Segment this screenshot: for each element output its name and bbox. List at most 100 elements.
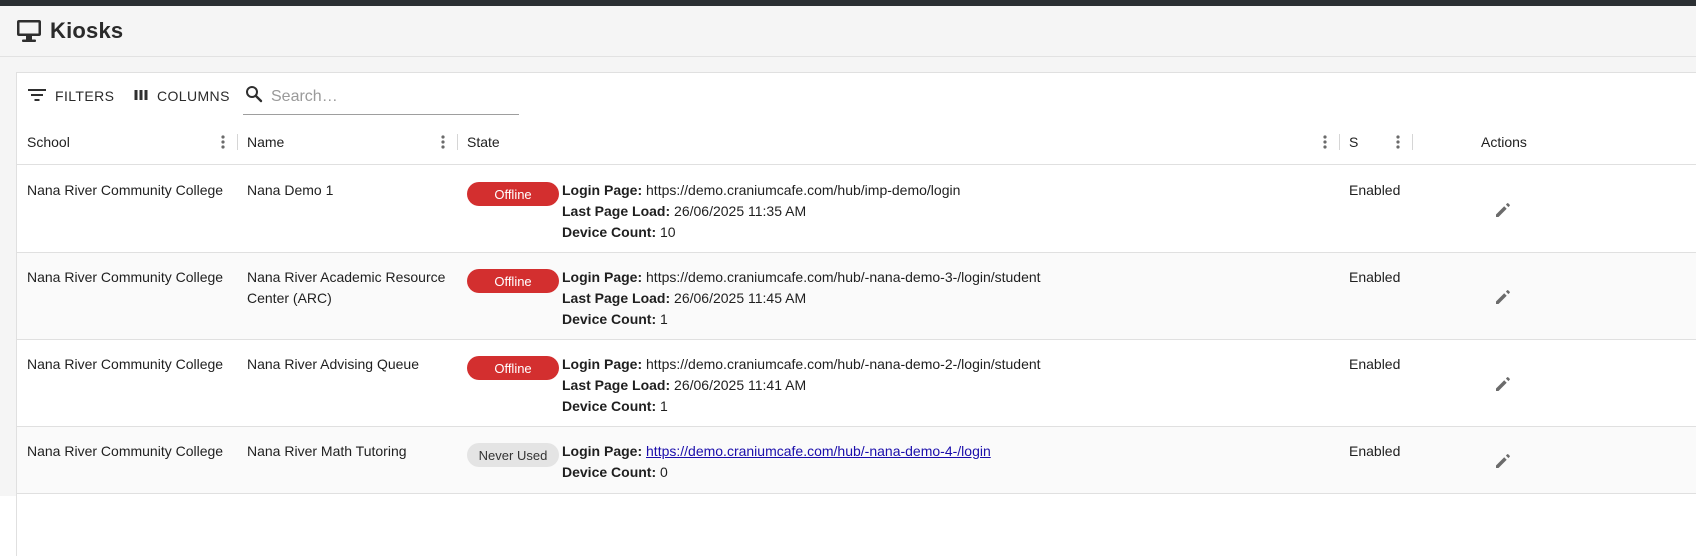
- login-page-link[interactable]: https://demo.craniumcafe.com/hub/-nana-d…: [646, 443, 991, 459]
- last-page-load-line: Last Page Load: 26/06/2025 11:41 AM: [562, 375, 1041, 396]
- column-header-name[interactable]: Name: [247, 119, 284, 165]
- desktop-monitor-icon: [16, 19, 42, 43]
- device-count-label: Device Count:: [562, 464, 657, 480]
- school-cell: Nana River Community College: [27, 356, 224, 372]
- more-vert-icon: [441, 135, 445, 149]
- column-header-school[interactable]: School: [27, 119, 70, 165]
- name-cell: Nana River Advising Queue: [247, 356, 419, 372]
- column-separator[interactable]: [1412, 134, 1413, 150]
- column-separator[interactable]: [1339, 134, 1340, 150]
- table-row[interactable]: Nana River Community College Nana Demo 1…: [17, 166, 1696, 253]
- login-page-label: Login Page:: [562, 269, 643, 285]
- table-row[interactable]: Nana River Community College Nana River …: [17, 340, 1696, 427]
- grid-toolbar: FILTERS COLUMNS: [17, 73, 1696, 115]
- device-count-label: Device Count:: [562, 311, 657, 327]
- status-cell: Enabled: [1349, 356, 1401, 372]
- columns-label: COLUMNS: [157, 88, 230, 104]
- column-header-label: S: [1349, 134, 1359, 150]
- column-header-label: Actions: [1481, 134, 1527, 150]
- status-column-menu-button[interactable]: [1390, 134, 1406, 150]
- device-count-value: 1: [660, 311, 668, 327]
- column-header-label: School: [27, 134, 70, 150]
- name-cell: Nana River Math Tutoring: [247, 443, 407, 459]
- column-separator[interactable]: [457, 134, 458, 150]
- last-page-load-value: 26/06/2025 11:35 AM: [674, 203, 807, 219]
- filters-button[interactable]: FILTERS: [27, 81, 114, 111]
- column-header-state[interactable]: State: [467, 119, 500, 165]
- columns-button[interactable]: COLUMNS: [133, 81, 230, 111]
- device-count-line: Device Count: 10: [562, 222, 960, 243]
- column-header-actions: Actions: [1481, 119, 1527, 165]
- state-badge: Offline: [467, 356, 559, 380]
- edit-button[interactable]: [1491, 372, 1515, 396]
- edit-button[interactable]: [1491, 285, 1515, 309]
- last-page-load-label: Last Page Load:: [562, 290, 671, 306]
- name-column-menu-button[interactable]: [435, 134, 451, 150]
- status-cell: Enabled: [1349, 443, 1401, 459]
- login-page-line: Login Page: https://demo.craniumcafe.com…: [562, 441, 991, 462]
- table-row[interactable]: Nana River Community College Nana River …: [17, 253, 1696, 340]
- device-count-value: 1: [660, 398, 668, 414]
- edit-button[interactable]: [1491, 198, 1515, 222]
- name-cell: Nana River Academic Resource Center (ARC…: [247, 269, 446, 306]
- state-badge: Never Used: [467, 443, 559, 467]
- school-column-menu-button[interactable]: [215, 134, 231, 150]
- school-cell: Nana River Community College: [27, 269, 224, 285]
- column-header-label: Name: [247, 134, 285, 150]
- column-header-row: School Name State S Actions: [17, 119, 1696, 165]
- state-details: Login Page: https://demo.craniumcafe.com…: [562, 354, 1041, 417]
- device-count-line: Device Count: 1: [562, 396, 1041, 417]
- status-cell: Enabled: [1349, 182, 1401, 198]
- search-icon: [243, 85, 263, 108]
- last-page-load-value: 26/06/2025 11:45 AM: [674, 290, 807, 306]
- header-divider: [0, 56, 1696, 57]
- kiosks-data-grid: FILTERS COLUMNS School: [16, 72, 1696, 556]
- state-details: Login Page: https://demo.craniumcafe.com…: [562, 267, 1041, 330]
- login-page-line: Login Page: https://demo.craniumcafe.com…: [562, 354, 1041, 375]
- table-row[interactable]: Nana River Community College Nana River …: [17, 427, 1696, 494]
- column-header-status[interactable]: S: [1349, 119, 1358, 165]
- school-cell: Nana River Community College: [27, 443, 224, 459]
- school-cell: Nana River Community College: [27, 182, 224, 198]
- device-count-line: Device Count: 0: [562, 462, 991, 483]
- column-separator[interactable]: [237, 134, 238, 150]
- last-page-load-line: Last Page Load: 26/06/2025 11:35 AM: [562, 201, 960, 222]
- last-page-load-line: Last Page Load: 26/06/2025 11:45 AM: [562, 288, 1041, 309]
- search-box: [243, 79, 519, 115]
- last-page-load-value: 26/06/2025 11:41 AM: [674, 377, 807, 393]
- login-page-value: https://demo.craniumcafe.com/hub/imp-dem…: [646, 182, 961, 198]
- device-count-label: Device Count:: [562, 398, 657, 414]
- column-header-label: State: [467, 134, 500, 150]
- state-badge: Offline: [467, 182, 559, 206]
- pencil-icon: [1496, 377, 1510, 391]
- last-page-load-label: Last Page Load:: [562, 203, 671, 219]
- pencil-icon: [1496, 454, 1510, 468]
- device-count-value: 0: [660, 464, 668, 480]
- search-input[interactable]: [271, 87, 501, 106]
- edit-button[interactable]: [1491, 449, 1515, 473]
- name-cell: Nana Demo 1: [247, 182, 334, 198]
- status-cell: Enabled: [1349, 269, 1401, 285]
- more-vert-icon: [1323, 135, 1327, 149]
- state-column-menu-button[interactable]: [1317, 134, 1333, 150]
- device-count-label: Device Count:: [562, 224, 657, 240]
- login-page-label: Login Page:: [562, 356, 643, 372]
- login-page-line: Login Page: https://demo.craniumcafe.com…: [562, 267, 1041, 288]
- page-header: Kiosks: [16, 14, 123, 48]
- pencil-icon: [1496, 290, 1510, 304]
- filter-list-icon: [27, 85, 47, 108]
- last-page-load-label: Last Page Load:: [562, 377, 671, 393]
- pencil-icon: [1496, 203, 1510, 217]
- page-title: Kiosks: [50, 18, 124, 43]
- device-count-line: Device Count: 1: [562, 309, 1041, 330]
- login-page-label: Login Page:: [562, 182, 643, 198]
- login-page-label: Login Page:: [562, 443, 643, 459]
- filters-label: FILTERS: [55, 88, 115, 104]
- state-details: Login Page: https://demo.craniumcafe.com…: [562, 441, 991, 483]
- login-page-value: https://demo.craniumcafe.com/hub/-nana-d…: [646, 356, 1041, 372]
- more-vert-icon: [221, 135, 225, 149]
- state-badge: Offline: [467, 269, 559, 293]
- top-bar: [0, 0, 1696, 6]
- state-details: Login Page: https://demo.craniumcafe.com…: [562, 180, 960, 243]
- login-page-value: https://demo.craniumcafe.com/hub/-nana-d…: [646, 269, 1041, 285]
